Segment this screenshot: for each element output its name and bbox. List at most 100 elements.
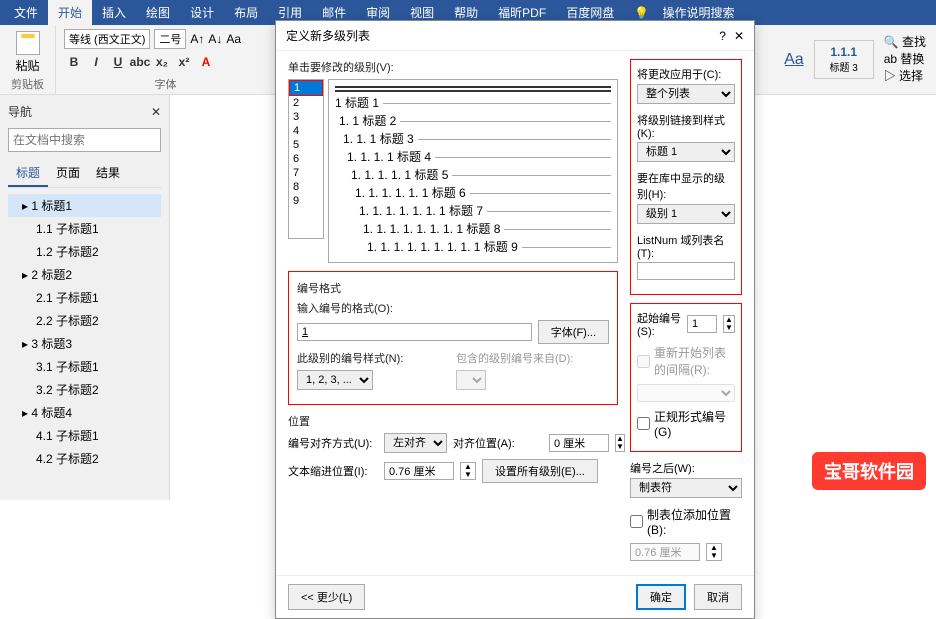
increase-font-icon[interactable]: A↑	[190, 32, 204, 46]
tab-pos-label: 制表位添加位置(B):	[647, 506, 742, 537]
nav-search-input[interactable]	[8, 128, 161, 152]
nav-item[interactable]: 3.1 子标题1	[8, 355, 161, 378]
level-6[interactable]: 6	[289, 152, 323, 166]
nav-tree: ▸ 1 标题11.1 子标题11.2 子标题2▸ 2 标题22.1 子标题12.…	[8, 194, 161, 470]
strike-button[interactable]: abc	[130, 53, 150, 71]
start-spinner[interactable]: ▲▼	[723, 315, 735, 333]
underline-button[interactable]: U	[108, 53, 128, 71]
nav-item[interactable]: 2.1 子标题1	[8, 286, 161, 309]
nav-item[interactable]: ▸ 2 标题2	[8, 263, 161, 286]
after-num-label: 编号之后(W):	[630, 460, 742, 476]
nav-item[interactable]: 4.2 子标题2	[8, 447, 161, 470]
level-3[interactable]: 3	[289, 110, 323, 124]
font-color-button[interactable]: A	[196, 53, 216, 71]
tab-pos-checkbox[interactable]	[630, 515, 643, 528]
preview-box: 1 标题 11. 1 标题 21. 1. 1 标题 31. 1. 1. 1 标题…	[328, 79, 618, 263]
watermark: 宝哥软件园	[812, 452, 926, 490]
start-num-input[interactable]	[687, 315, 717, 333]
apply-to-select[interactable]: 整个列表	[637, 84, 735, 104]
indent-spinner[interactable]: ▲▼	[460, 462, 476, 480]
superscript-button[interactable]: x²	[174, 53, 194, 71]
change-case-icon[interactable]: Aa	[226, 32, 241, 46]
nav-item[interactable]: ▸ 1 标题1	[8, 194, 161, 217]
clipboard-group: 粘贴 剪贴板	[0, 25, 56, 94]
level-5[interactable]: 5	[289, 138, 323, 152]
decrease-font-icon[interactable]: A↓	[208, 32, 222, 46]
level-list[interactable]: 123456789	[288, 79, 324, 239]
tab-layout[interactable]: 布局	[224, 0, 268, 25]
link-style-select[interactable]: 标题 1	[637, 142, 735, 162]
level-2[interactable]: 2	[289, 96, 323, 110]
tab-draw[interactable]: 绘图	[136, 0, 180, 25]
restart-checkbox	[637, 355, 650, 368]
paste-button[interactable]: 粘贴	[8, 29, 47, 76]
nav-tab-headings[interactable]: 标题	[8, 160, 48, 187]
include-from-label: 包含的级别编号来自(D):	[456, 350, 609, 366]
align-label: 编号对齐方式(U):	[288, 435, 378, 451]
select-button[interactable]: ▷ 选择	[884, 68, 926, 85]
editing-group: 🔍 查找 ab 替换 ▷ 选择	[884, 34, 926, 84]
nav-item[interactable]: 2.2 子标题2	[8, 309, 161, 332]
nav-item[interactable]: ▸ 4 标题4	[8, 401, 161, 424]
font-size-select[interactable]: 二号	[154, 29, 186, 49]
nav-close-icon[interactable]: ✕	[151, 105, 161, 119]
style-heading3[interactable]: 1.1.1 标题 3	[814, 40, 874, 79]
help-icon[interactable]: ?	[719, 29, 726, 43]
less-button[interactable]: << 更少(L)	[288, 584, 365, 610]
level-1[interactable]: 1	[289, 80, 323, 96]
nav-item[interactable]: 1.2 子标题2	[8, 240, 161, 263]
align-pos-label: 对齐位置(A):	[453, 435, 543, 451]
set-all-button[interactable]: 设置所有级别(E)...	[482, 459, 598, 483]
legal-label: 正规形式编号(G)	[654, 408, 735, 439]
start-num-label: 起始编号(S):	[637, 310, 681, 338]
find-button[interactable]: 🔍 查找	[884, 34, 926, 51]
include-from-select[interactable]	[456, 370, 486, 390]
listnum-input[interactable]	[637, 262, 735, 280]
format-input[interactable]	[297, 323, 532, 341]
show-level-select[interactable]: 级别 1	[637, 204, 735, 224]
cancel-button[interactable]: 取消	[694, 584, 742, 610]
tab-home[interactable]: 开始	[48, 0, 92, 25]
replace-button[interactable]: ab 替换	[884, 51, 926, 68]
apply-to-label: 将更改应用于(C):	[637, 66, 735, 82]
nav-item[interactable]: 3.2 子标题2	[8, 378, 161, 401]
nav-tab-pages[interactable]: 页面	[48, 160, 88, 187]
indent-label: 文本缩进位置(I):	[288, 463, 378, 479]
multilevel-list-dialog: 定义新多级列表 ? ✕ 单击要修改的级别(V): 123456789 1 标题 …	[275, 20, 755, 619]
clipboard-label: 剪贴板	[0, 76, 55, 92]
font-group: 等线 (西文正文) 二号 A↑ A↓ Aa B I U abc x₂ x² A …	[56, 25, 276, 94]
click-level-label: 单击要修改的级别(V):	[288, 59, 618, 75]
close-icon[interactable]: ✕	[734, 29, 744, 43]
listnum-label: ListNum 域列表名(T):	[637, 232, 735, 260]
tab-design[interactable]: 设计	[180, 0, 224, 25]
subscript-button[interactable]: x₂	[152, 53, 172, 71]
number-format-section: 编号格式 输入编号的格式(O): 字体(F)... 此级别的编号样式(N): 1…	[288, 271, 618, 405]
position-label: 位置	[288, 413, 618, 429]
legal-checkbox[interactable]	[637, 417, 650, 430]
level-9[interactable]: 9	[289, 194, 323, 208]
font-name-select[interactable]: 等线 (西文正文)	[64, 29, 150, 49]
italic-button[interactable]: I	[86, 53, 106, 71]
level-8[interactable]: 8	[289, 180, 323, 194]
font-button[interactable]: 字体(F)...	[538, 320, 609, 344]
level-style-label: 此级别的编号样式(N):	[297, 350, 450, 366]
bold-button[interactable]: B	[64, 53, 84, 71]
tab-insert[interactable]: 插入	[92, 0, 136, 25]
align-pos-input[interactable]	[549, 434, 609, 452]
tab-file[interactable]: 文件	[4, 0, 48, 25]
paste-icon	[16, 31, 40, 55]
nav-tab-results[interactable]: 结果	[88, 160, 128, 187]
level-7[interactable]: 7	[289, 166, 323, 180]
level-4[interactable]: 4	[289, 124, 323, 138]
align-spinner[interactable]: ▲▼	[615, 434, 625, 452]
level-style-select[interactable]: 1, 2, 3, ...	[297, 370, 373, 390]
indent-input[interactable]	[384, 462, 454, 480]
nav-item[interactable]: 1.1 子标题1	[8, 217, 161, 240]
ok-button[interactable]: 确定	[636, 584, 686, 610]
after-num-select[interactable]: 制表符	[630, 478, 742, 498]
nav-item[interactable]: 4.1 子标题1	[8, 424, 161, 447]
align-select[interactable]: 左对齐	[384, 433, 447, 453]
font-group-label: 字体	[56, 76, 275, 92]
restart-label: 重新开始列表的间隔(R):	[654, 344, 735, 378]
nav-item[interactable]: ▸ 3 标题3	[8, 332, 161, 355]
